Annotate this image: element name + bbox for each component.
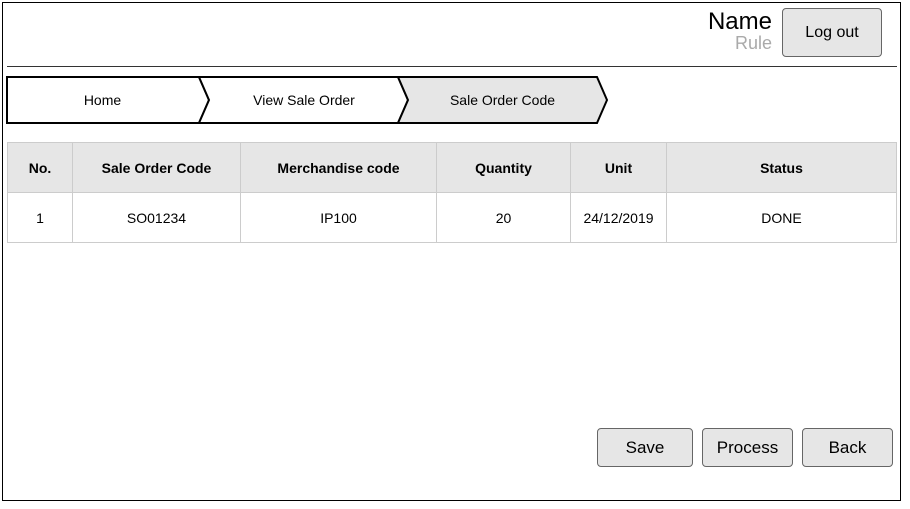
column-header-unit: Unit [570, 142, 667, 193]
column-header-status: Status [666, 142, 897, 193]
process-button[interactable]: Process [702, 428, 793, 467]
breadcrumb-item-view-sale-order[interactable]: View Sale Order [205, 76, 403, 124]
cell-merchandise-code: IP100 [240, 192, 437, 243]
cell-sale-order-code: SO01234 [72, 192, 241, 243]
cell-status: DONE [666, 192, 897, 243]
back-button[interactable]: Back [802, 428, 893, 467]
logout-button[interactable]: Log out [782, 8, 882, 57]
cell-quantity: 20 [436, 192, 571, 243]
column-header-quantity: Quantity [436, 142, 571, 193]
user-role: Rule [734, 33, 772, 53]
column-header-sale-order-code: Sale Order Code [72, 142, 241, 193]
sale-order-table: No. Sale Order Code Merchandise code Qua… [7, 142, 897, 243]
breadcrumb: Home View Sale Order Sale Order Code [6, 76, 612, 124]
cell-unit: 24/12/2019 [570, 192, 667, 243]
table-row[interactable]: 1 SO01234 IP100 20 24/12/2019 DONE [7, 192, 897, 243]
breadcrumb-item-home[interactable]: Home [6, 76, 199, 124]
column-header-merchandise-code: Merchandise code [240, 142, 437, 193]
user-name: Name [707, 8, 772, 35]
save-button[interactable]: Save [597, 428, 693, 467]
header-divider [7, 66, 897, 67]
cell-no: 1 [7, 192, 73, 243]
breadcrumb-item-sale-order-code[interactable]: Sale Order Code [404, 76, 601, 124]
column-header-no: No. [7, 142, 73, 193]
table-header-row: No. Sale Order Code Merchandise code Qua… [7, 142, 897, 193]
